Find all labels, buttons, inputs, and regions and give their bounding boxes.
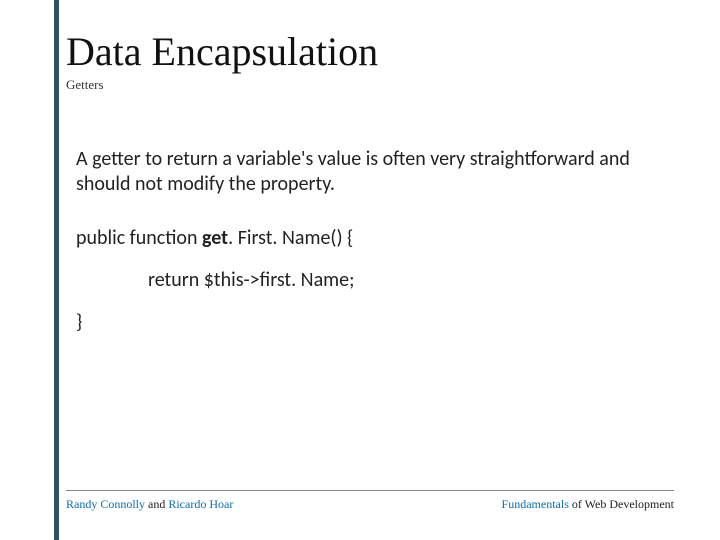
footer-row: Randy Connolly and Ricardo Hoar Fundamen…: [66, 497, 674, 512]
code-line-2: return $this->first. Name;: [76, 267, 674, 293]
author-link-2[interactable]: Ricardo Hoar: [168, 497, 233, 511]
footer-divider: [66, 490, 674, 491]
code-line-1: public function get. First. Name() {: [76, 225, 674, 251]
footer-text: and: [145, 497, 168, 511]
footer-right: Fundamentals of Web Development: [502, 497, 674, 512]
author-link-1[interactable]: Randy Connolly: [66, 497, 145, 511]
code-keyword: get: [202, 226, 228, 250]
intro-paragraph: A getter to return a variable's value is…: [76, 147, 636, 197]
slide-body: A getter to return a variable's value is…: [66, 147, 674, 335]
footer-left: Randy Connolly and Ricardo Hoar: [66, 497, 233, 512]
slide-subtitle: Getters: [66, 77, 674, 93]
code-text: . First. Name() {: [228, 226, 353, 250]
slide: Data Encapsulation Getters A getter to r…: [0, 0, 720, 540]
slide-title: Data Encapsulation: [66, 28, 674, 75]
code-text: public function: [76, 226, 202, 250]
code-block: public function get. First. Name() { ret…: [76, 225, 674, 335]
book-link[interactable]: Fundamentals: [502, 497, 569, 511]
code-line-3: }: [76, 309, 674, 335]
footer: Randy Connolly and Ricardo Hoar Fundamen…: [66, 490, 674, 512]
accent-bar: [54, 0, 59, 540]
footer-text: of Web Development: [569, 497, 674, 511]
